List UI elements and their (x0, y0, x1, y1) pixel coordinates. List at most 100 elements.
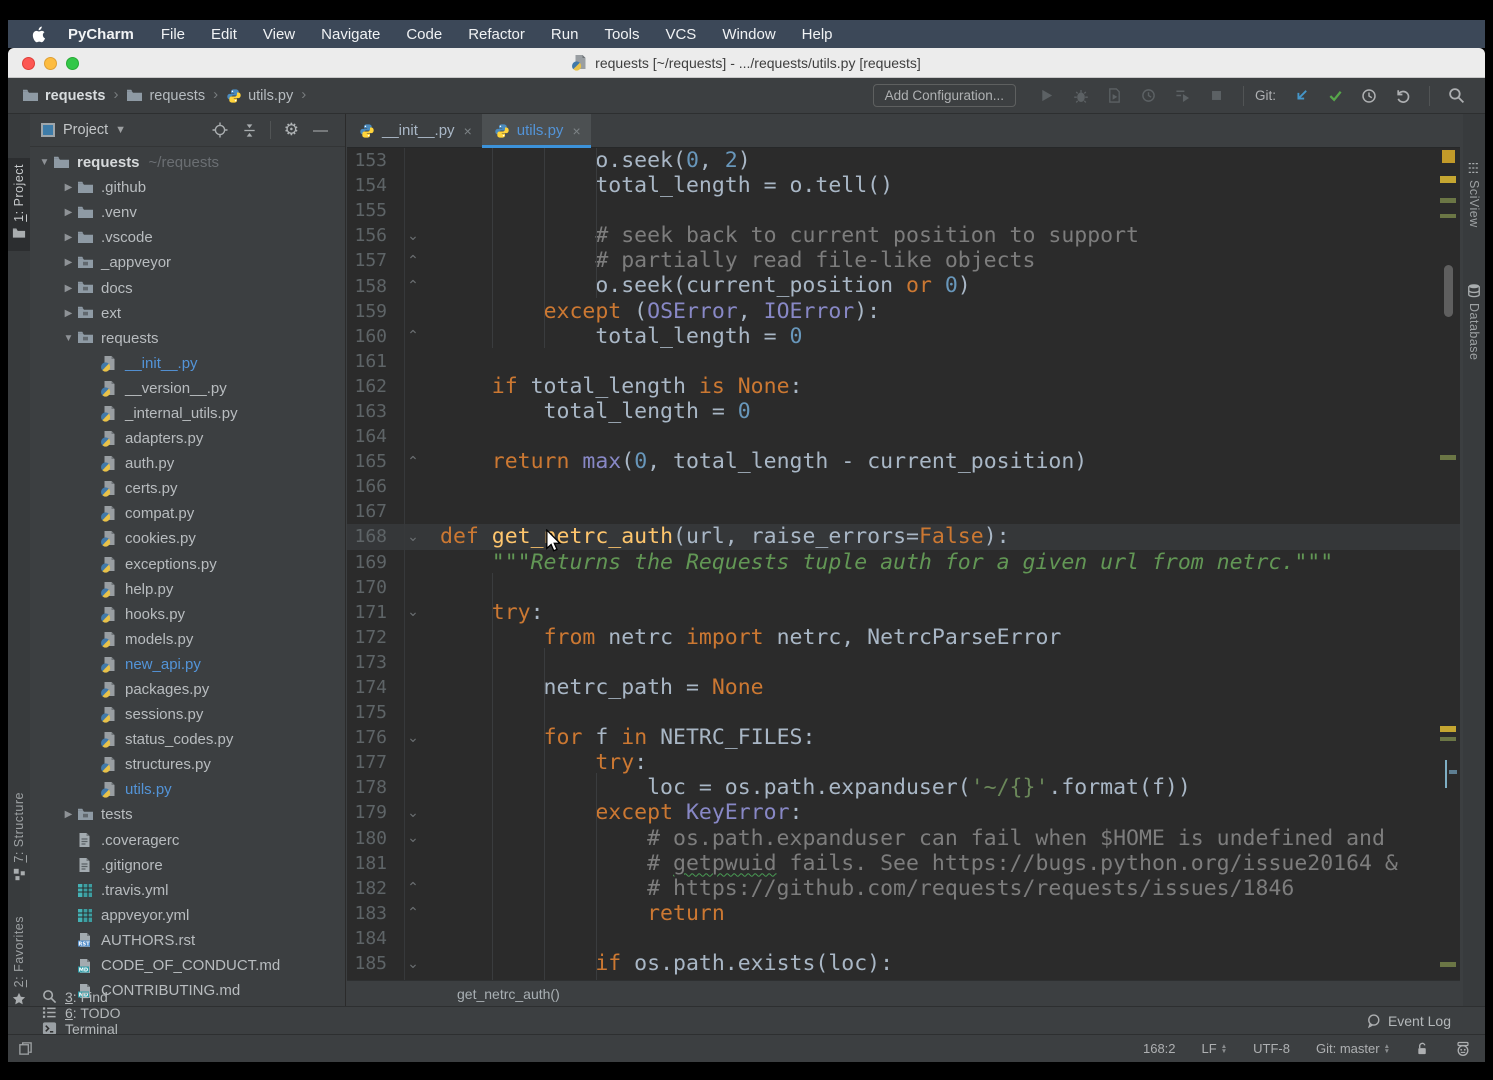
line-number[interactable]: 183 (347, 903, 387, 924)
error-stripe-mark[interactable] (1440, 176, 1456, 183)
vcs-update-icon[interactable] (1289, 84, 1313, 108)
tool-window-button-structure[interactable]: 7: Structure (8, 786, 30, 892)
breadcrumb-requests[interactable]: requests (126, 88, 205, 104)
code-line-165[interactable]: 165⌃ return max(0, total_length - curren… (347, 449, 1460, 474)
tree-item-hooks.py[interactable]: hooks.py (30, 602, 345, 627)
close-tab-icon[interactable]: × (572, 123, 580, 139)
caret-stripe-mark[interactable] (1445, 760, 1447, 788)
tree-item-compat.py[interactable]: compat.py (30, 501, 345, 526)
line-number[interactable]: 157 (347, 250, 387, 271)
line-number[interactable]: 155 (347, 200, 387, 221)
code-line-184[interactable]: 184 (347, 926, 1460, 951)
caret-position-widget[interactable]: 168:2 (1143, 1041, 1176, 1056)
code-line-172[interactable]: 172 from netrc import netrc, NetrcParseE… (347, 625, 1460, 650)
hide-panel-icon[interactable]: — (313, 122, 328, 139)
close-window-button[interactable] (22, 57, 35, 70)
line-number[interactable]: 156 (347, 225, 387, 246)
code-line-160[interactable]: 160⌃ total_length = 0 (347, 324, 1460, 349)
error-stripe-mark[interactable] (1440, 214, 1456, 218)
run-with-coverage-icon[interactable] (1103, 84, 1127, 108)
editor-scrollbar-thumb[interactable] (1444, 265, 1453, 317)
tree-item-exceptions.py[interactable]: exceptions.py (30, 552, 345, 577)
code-line-185[interactable]: 185⌄ if os.path.exists(loc): (347, 951, 1460, 976)
line-number[interactable]: 154 (347, 175, 387, 196)
tree-item-__version__.py[interactable]: __version__.py (30, 376, 345, 401)
line-number[interactable]: 178 (347, 777, 387, 798)
project-panel-title[interactable]: Project (63, 122, 108, 138)
menu-item-view[interactable]: View (250, 26, 308, 43)
apple-menu-icon[interactable] (32, 26, 46, 43)
error-stripe-mark[interactable] (1440, 455, 1456, 460)
line-number[interactable]: 153 (347, 150, 387, 171)
code-line-157[interactable]: 157⌃ # partially read file-like objects (347, 248, 1460, 273)
tree-open-arrow-icon[interactable]: ▼ (60, 333, 77, 344)
error-stripe-mark[interactable] (1442, 150, 1455, 163)
menu-item-window[interactable]: Window (709, 26, 788, 43)
tree-item-sessions.py[interactable]: sessions.py (30, 702, 345, 727)
code-line-182[interactable]: 182⌃ # https://github.com/requests/reque… (347, 876, 1460, 901)
tree-closed-arrow-icon[interactable]: ▶ (60, 283, 77, 294)
error-stripe-mark[interactable] (1440, 962, 1456, 967)
line-number[interactable]: 170 (347, 577, 387, 598)
line-number[interactable]: 176 (347, 727, 387, 748)
code-line-164[interactable]: 164 (347, 424, 1460, 449)
vcs-history-icon[interactable] (1357, 84, 1381, 108)
tree-item-cookies.py[interactable]: cookies.py (30, 526, 345, 551)
tree-item-appveyor.yml[interactable]: appveyor.yml (30, 903, 345, 928)
gear-icon[interactable]: ⚙ (284, 120, 299, 140)
stop-icon[interactable] (1205, 84, 1229, 108)
menu-item-tools[interactable]: Tools (591, 26, 652, 43)
tool-window-button-sciview[interactable]: SciView (1463, 150, 1485, 234)
line-number[interactable]: 165 (347, 451, 387, 472)
tree-item-packages.py[interactable]: packages.py (30, 677, 345, 702)
menu-item-vcs[interactable]: VCS (652, 26, 709, 43)
line-number[interactable]: 177 (347, 752, 387, 773)
tree-item-.venv[interactable]: ▶.venv (30, 200, 345, 225)
tree-item-.coveragerc[interactable]: .coveragerc (30, 828, 345, 853)
encoding-widget[interactable]: UTF-8 (1253, 1041, 1290, 1056)
tree-item-utils.py[interactable]: utils.py (30, 777, 345, 802)
run-icon[interactable] (1035, 84, 1059, 108)
line-number[interactable]: 171 (347, 602, 387, 623)
tab-utils.py[interactable]: utils.py× (482, 114, 591, 147)
error-stripe-mark[interactable] (1440, 198, 1456, 203)
menu-item-edit[interactable]: Edit (198, 26, 250, 43)
tool-window-button-find[interactable]: 3: Find (42, 989, 165, 1005)
tree-item-auth.py[interactable]: auth.py (30, 451, 345, 476)
code-line-153[interactable]: 153 o.seek(0, 2) (347, 148, 1460, 173)
vcs-commit-icon[interactable] (1323, 84, 1347, 108)
tool-window-button-project[interactable]: 1: Project (8, 158, 30, 251)
code-line-166[interactable]: 166 (347, 474, 1460, 499)
code-line-168[interactable]: 168⌄def get_netrc_auth(url, raise_errors… (347, 524, 1460, 549)
tree-closed-arrow-icon[interactable]: ▶ (60, 182, 77, 193)
line-number[interactable]: 159 (347, 301, 387, 322)
chevron-down-icon[interactable]: ▼ (115, 124, 126, 136)
current-function-breadcrumb[interactable]: get_netrc_auth() (457, 986, 560, 1002)
code-line-159[interactable]: 159 except (OSError, IOError): (347, 299, 1460, 324)
line-number[interactable]: 173 (347, 652, 387, 673)
git-branch-widget[interactable]: Git: master ▲▼ (1316, 1041, 1390, 1056)
line-number[interactable]: 179 (347, 802, 387, 823)
code-line-162[interactable]: 162 if total_length is None: (347, 374, 1460, 399)
tree-item-adapters.py[interactable]: adapters.py (30, 426, 345, 451)
line-number[interactable]: 172 (347, 627, 387, 648)
code-line-183[interactable]: 183⌃ return (347, 901, 1460, 926)
code-line-171[interactable]: 171⌄ try: (347, 600, 1460, 625)
code-line-156[interactable]: 156⌄ # seek back to current position to … (347, 223, 1460, 248)
error-stripe-mark[interactable] (1449, 770, 1457, 774)
code-line-173[interactable]: 173 (347, 650, 1460, 675)
tree-item-certs.py[interactable]: certs.py (30, 476, 345, 501)
line-number[interactable]: 168 (347, 526, 387, 547)
line-number[interactable]: 164 (347, 426, 387, 447)
event-log-button[interactable]: Event Log (1366, 1013, 1451, 1029)
tree-item-__init__.py[interactable]: __init__.py (30, 351, 345, 376)
tree-item-_appveyor[interactable]: ▶_appveyor (30, 250, 345, 275)
code-line-177[interactable]: 177 try: (347, 750, 1460, 775)
tool-window-button-database[interactable]: Database (1463, 272, 1485, 367)
error-stripe-mark[interactable] (1440, 726, 1456, 732)
menu-item-code[interactable]: Code (393, 26, 455, 43)
highlighting-level-icon[interactable] (1455, 1041, 1471, 1057)
tree-item-help.py[interactable]: help.py (30, 577, 345, 602)
menu-item-file[interactable]: File (148, 26, 198, 43)
code-line-169[interactable]: 169 """Returns the Requests tuple auth f… (347, 550, 1460, 575)
